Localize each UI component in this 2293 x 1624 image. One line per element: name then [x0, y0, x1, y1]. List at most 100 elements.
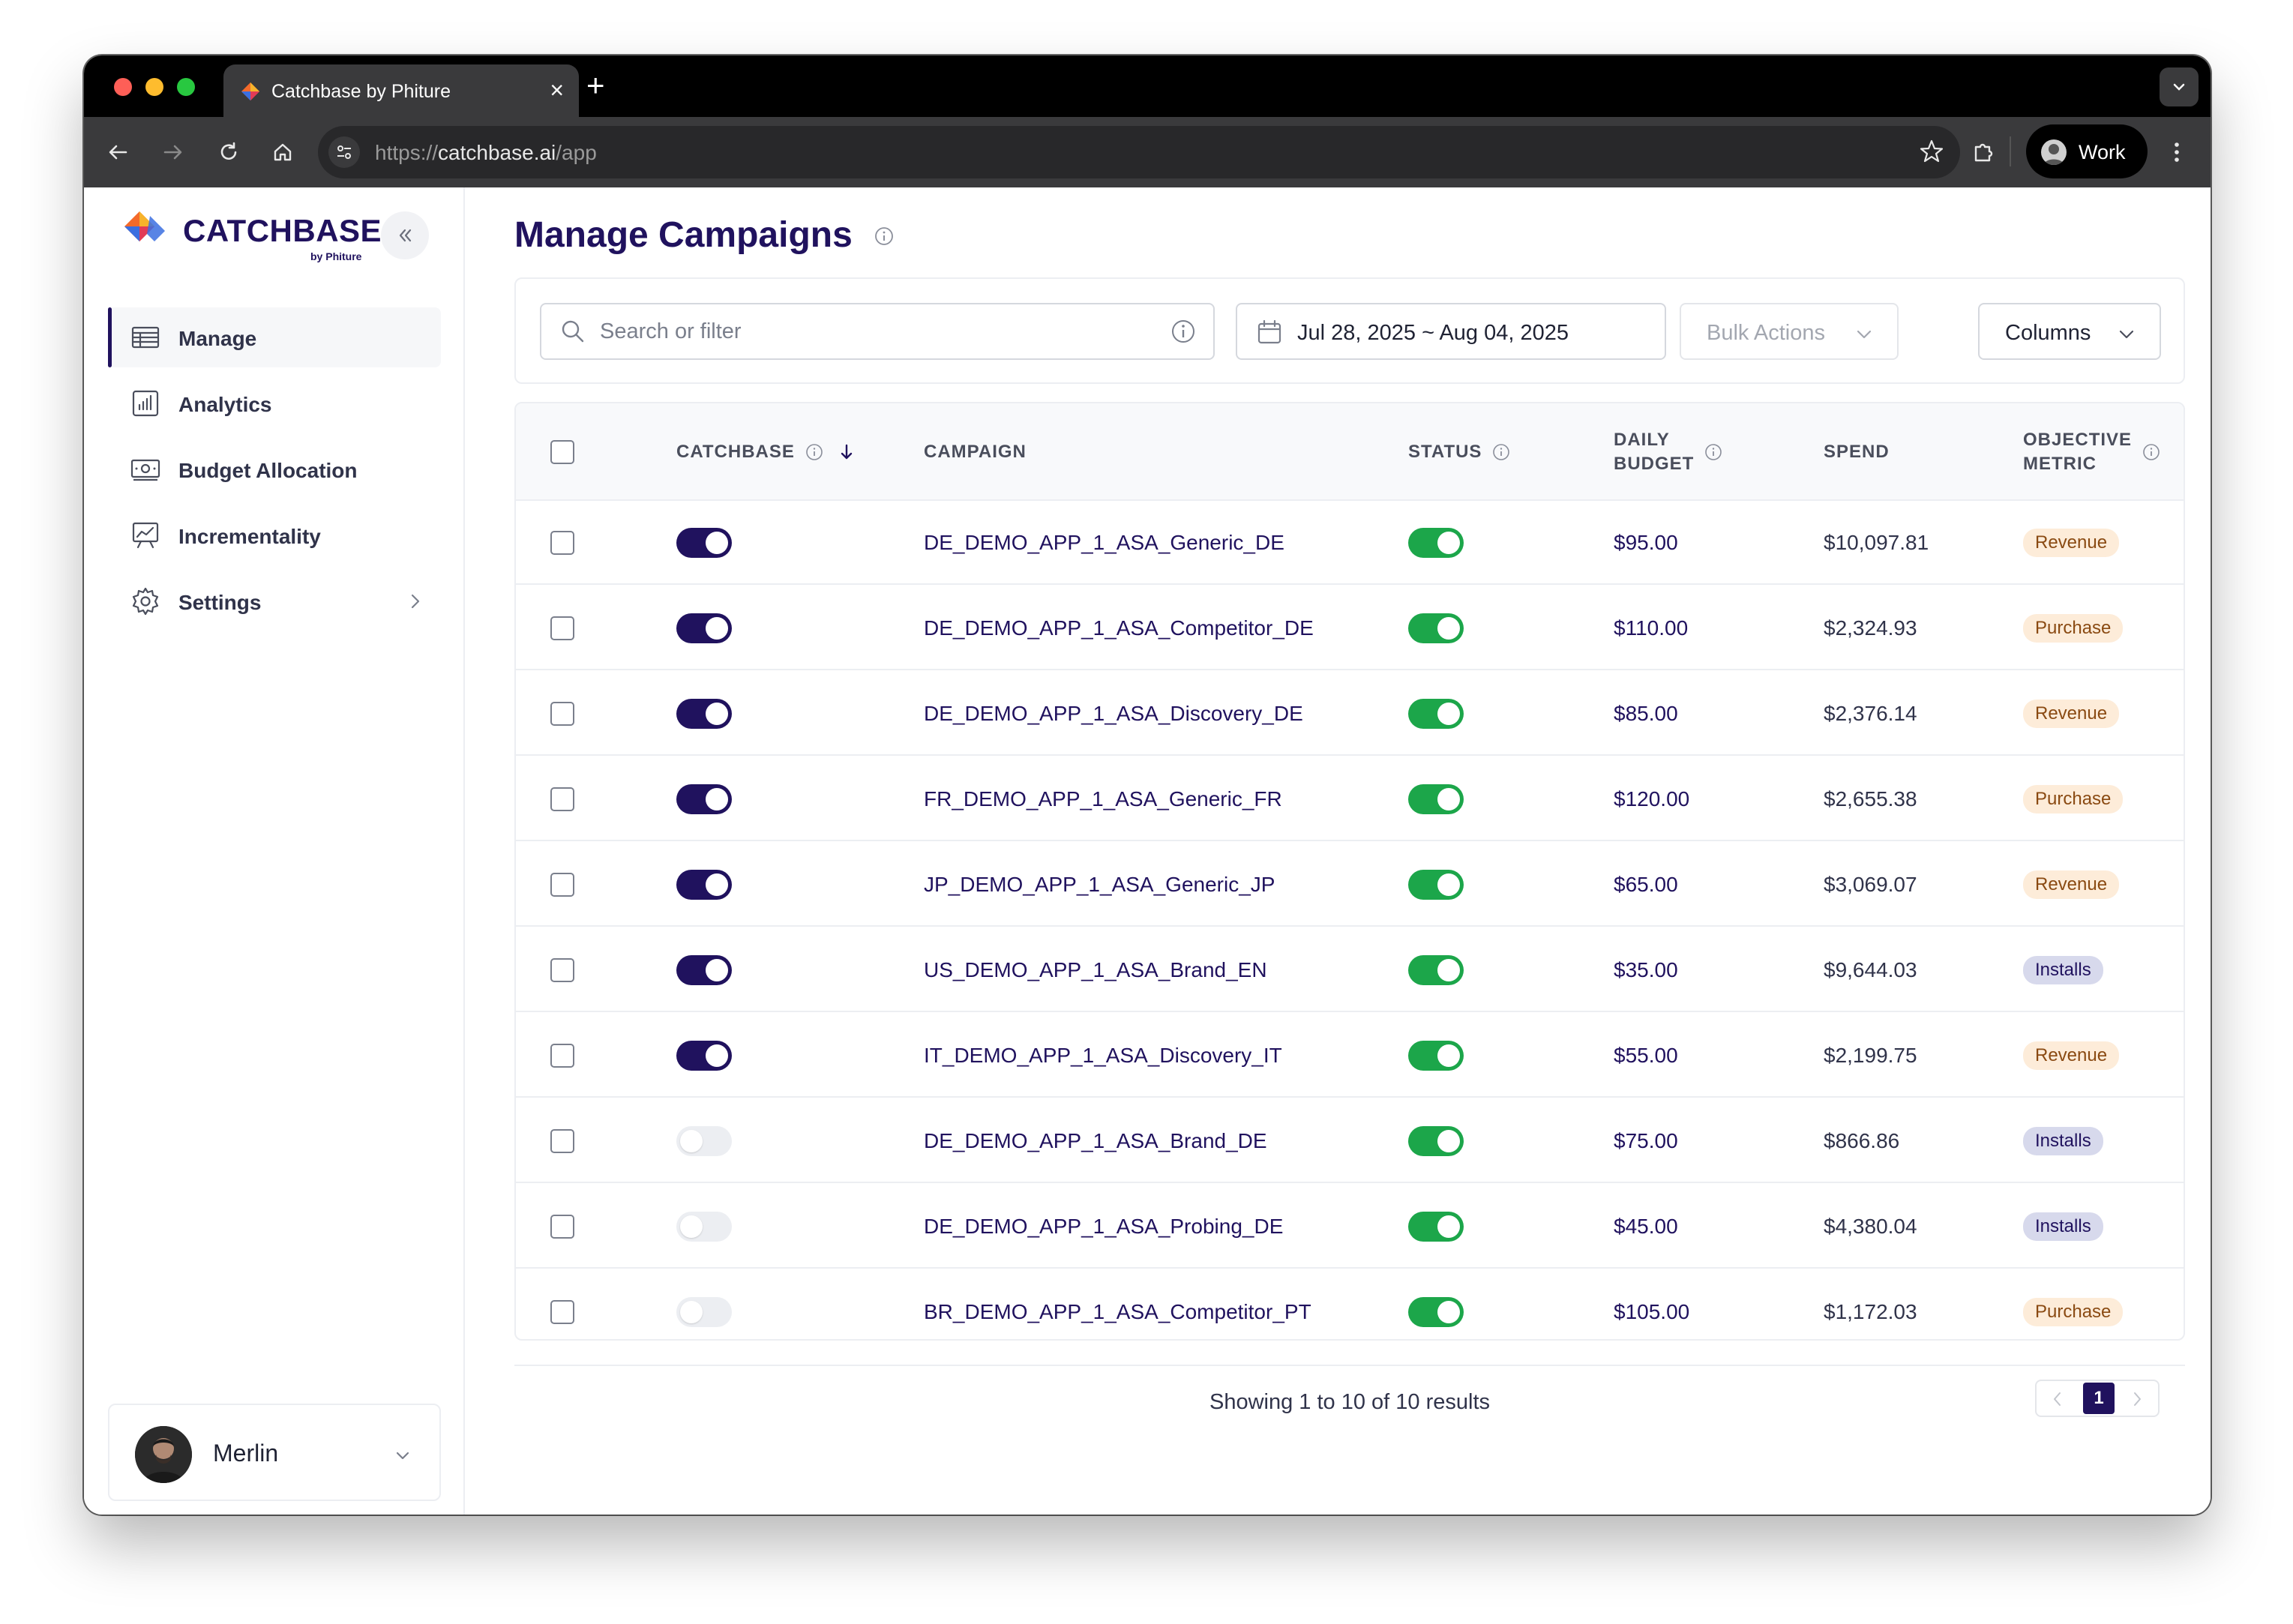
minimize-window-button[interactable] — [145, 78, 163, 96]
status-toggle[interactable] — [1408, 528, 1464, 558]
campaign-name[interactable]: DE_DEMO_APP_1_ASA_Discovery_DE — [924, 672, 1303, 756]
select-all-checkbox[interactable] — [550, 440, 574, 464]
sidebar-item-incrementality[interactable]: Incrementality — [108, 505, 441, 565]
bulk-actions-button[interactable]: Bulk Actions — [1680, 303, 1899, 360]
daily-budget[interactable]: $35.00 — [1614, 928, 1678, 1012]
info-icon[interactable] — [805, 443, 823, 461]
home-button[interactable] — [268, 138, 297, 166]
catchbase-toggle[interactable] — [676, 1126, 732, 1156]
catchbase-toggle[interactable] — [676, 955, 732, 985]
reload-button[interactable] — [214, 138, 243, 166]
browser-tab[interactable]: Catchbase by Phiture × — [223, 64, 579, 117]
catchbase-toggle[interactable] — [676, 1212, 732, 1242]
campaign-name[interactable]: IT_DEMO_APP_1_ASA_Discovery_IT — [924, 1014, 1282, 1098]
columns-button[interactable]: Columns — [1978, 303, 2161, 360]
sidebar-item-settings[interactable]: Settings — [108, 571, 441, 631]
catchbase-toggle[interactable] — [676, 613, 732, 643]
table-row[interactable]: DE_DEMO_APP_1_ASA_Probing_DE $45.00 $4,380… — [516, 1185, 2184, 1269]
catchbase-toggle[interactable] — [676, 1041, 732, 1071]
column-header-catchbase[interactable]: CATCHBASE — [676, 403, 855, 501]
status-toggle[interactable] — [1408, 1212, 1464, 1242]
table-row[interactable]: FR_DEMO_APP_1_ASA_Generic_FR $120.00 $2,65… — [516, 757, 2184, 841]
status-toggle[interactable] — [1408, 699, 1464, 729]
daily-budget[interactable]: $120.00 — [1614, 757, 1689, 841]
chevron-right-icon[interactable] — [2130, 1390, 2145, 1408]
row-checkbox[interactable] — [550, 1044, 574, 1068]
column-header-objective-metric[interactable]: OBJECTIVE METRIC — [2023, 403, 2160, 501]
row-checkbox[interactable] — [550, 702, 574, 726]
daily-budget[interactable]: $85.00 — [1614, 672, 1678, 756]
table-row[interactable]: US_DEMO_APP_1_ASA_Brand_EN $35.00 $9,644.0… — [516, 928, 2184, 1012]
bookmark-button[interactable] — [1918, 138, 1945, 169]
row-checkbox[interactable] — [550, 787, 574, 811]
catchbase-toggle[interactable] — [676, 699, 732, 729]
close-window-button[interactable] — [114, 78, 132, 96]
collapse-sidebar-button[interactable] — [381, 211, 429, 259]
catchbase-toggle[interactable] — [676, 784, 732, 814]
row-checkbox[interactable] — [550, 873, 574, 897]
info-icon[interactable] — [1170, 318, 1197, 345]
back-button[interactable] — [103, 138, 132, 166]
daily-budget[interactable]: $110.00 — [1614, 586, 1688, 670]
table-row[interactable]: DE_DEMO_APP_1_ASA_Competitor_DE $110.00 $2… — [516, 586, 2184, 670]
daily-budget[interactable]: $95.00 — [1614, 501, 1678, 585]
column-header-campaign[interactable]: CAMPAIGN — [924, 403, 1027, 501]
sidebar-item-manage[interactable]: Manage — [108, 307, 441, 367]
campaign-name[interactable]: US_DEMO_APP_1_ASA_Brand_EN — [924, 928, 1267, 1012]
row-checkbox[interactable] — [550, 1129, 574, 1153]
search-input[interactable] — [600, 316, 1155, 346]
status-toggle[interactable] — [1408, 1041, 1464, 1071]
column-header-status[interactable]: STATUS — [1408, 403, 1510, 501]
table-row[interactable]: JP_DEMO_APP_1_ASA_Generic_JP $65.00 $3,069… — [516, 843, 2184, 927]
info-icon[interactable] — [1492, 443, 1510, 461]
table-row[interactable]: DE_DEMO_APP_1_ASA_Brand_DE $75.00 $866.86 I… — [516, 1099, 2184, 1183]
status-toggle[interactable] — [1408, 1126, 1464, 1156]
daily-budget[interactable]: $45.00 — [1614, 1185, 1678, 1269]
row-checkbox[interactable] — [550, 616, 574, 640]
date-range-picker[interactable]: Jul 28, 2025 ~ Aug 04, 2025 — [1236, 303, 1666, 360]
row-checkbox[interactable] — [550, 531, 574, 555]
daily-budget[interactable]: $55.00 — [1614, 1014, 1678, 1098]
logo[interactable]: CATCHBASE by Phiture — [120, 208, 382, 262]
daily-budget[interactable]: $105.00 — [1614, 1270, 1689, 1339]
row-checkbox[interactable] — [550, 958, 574, 982]
sidebar-item-budget-allocation[interactable]: Budget Allocation — [108, 439, 441, 499]
info-icon[interactable] — [874, 226, 894, 246]
catchbase-toggle[interactable] — [676, 1297, 732, 1327]
tab-close-icon[interactable]: × — [550, 76, 564, 103]
catchbase-toggle[interactable] — [676, 528, 732, 558]
column-header-spend[interactable]: SPEND — [1824, 403, 1890, 501]
daily-budget[interactable]: $65.00 — [1614, 843, 1678, 927]
table-row[interactable]: IT_DEMO_APP_1_ASA_Discovery_IT $55.00 $2,1… — [516, 1014, 2184, 1098]
new-tab-button[interactable]: + — [586, 69, 605, 102]
user-menu[interactable]: Merlin — [108, 1404, 441, 1501]
column-header-daily-budget[interactable]: DAILY BUDGET — [1614, 403, 1722, 501]
catchbase-toggle[interactable] — [676, 870, 732, 900]
extensions-button[interactable] — [1969, 138, 1998, 166]
table-row[interactable]: BR_DEMO_APP_1_ASA_Competitor_PT $105.00 $1… — [516, 1270, 2184, 1339]
maximize-window-button[interactable] — [177, 78, 195, 96]
campaign-name[interactable]: FR_DEMO_APP_1_ASA_Generic_FR — [924, 757, 1282, 841]
browser-menu-button[interactable] — [2163, 138, 2191, 166]
table-row[interactable]: DE_DEMO_APP_1_ASA_Generic_DE $95.00 $10,09… — [516, 501, 2184, 585]
row-checkbox[interactable] — [550, 1215, 574, 1239]
campaign-name[interactable]: DE_DEMO_APP_1_ASA_Generic_DE — [924, 501, 1284, 585]
chevron-left-icon[interactable] — [2050, 1390, 2065, 1408]
campaign-name[interactable]: DE_DEMO_APP_1_ASA_Competitor_DE — [924, 586, 1314, 670]
tab-search-button[interactable] — [2160, 67, 2199, 106]
status-toggle[interactable] — [1408, 784, 1464, 814]
status-toggle[interactable] — [1408, 955, 1464, 985]
status-toggle[interactable] — [1408, 870, 1464, 900]
profile-button[interactable]: Work — [2026, 124, 2148, 178]
sidebar-item-analytics[interactable]: Analytics — [108, 373, 441, 433]
campaign-name[interactable]: DE_DEMO_APP_1_ASA_Brand_DE — [924, 1099, 1267, 1183]
campaign-name[interactable]: DE_DEMO_APP_1_ASA_Probing_DE — [924, 1185, 1283, 1269]
sort-arrow-down-icon[interactable] — [838, 443, 855, 461]
info-icon[interactable] — [1704, 443, 1722, 461]
table-row[interactable]: DE_DEMO_APP_1_ASA_Discovery_DE $85.00 $2,3… — [516, 672, 2184, 756]
campaign-name[interactable]: BR_DEMO_APP_1_ASA_Competitor_PT — [924, 1270, 1311, 1339]
status-toggle[interactable] — [1408, 613, 1464, 643]
status-toggle[interactable] — [1408, 1297, 1464, 1327]
row-checkbox[interactable] — [550, 1300, 574, 1324]
daily-budget[interactable]: $75.00 — [1614, 1099, 1678, 1183]
